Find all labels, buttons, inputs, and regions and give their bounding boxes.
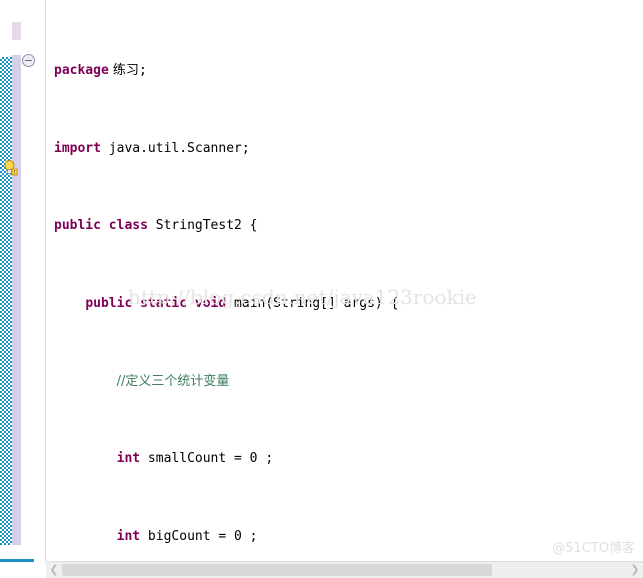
code-token: java.util.Scanner; (100, 140, 250, 156)
keyword-token: static (140, 296, 188, 312)
scroll-right-arrow[interactable]: ❯ (627, 562, 643, 578)
annotation-bar[interactable] (12, 0, 21, 562)
code-editor[interactable]: ! package 练习; import java.util.Scanner; … (0, 0, 643, 578)
code-token: 练习 (108, 63, 139, 79)
collapse-icon[interactable] (22, 54, 35, 67)
code-token: StringTest2 { (147, 218, 258, 234)
horizontal-scrollbar[interactable]: ❮ ❯ (46, 561, 643, 578)
keyword-token: package (54, 63, 109, 79)
line-number-gutter[interactable] (21, 0, 46, 562)
code-token: bigCount = 0 ; (140, 528, 258, 544)
code-line[interactable]: public static void main(String[] args) { (46, 294, 643, 313)
keyword-token: int (116, 451, 141, 467)
scroll-left-arrow[interactable]: ❮ (46, 562, 62, 578)
scroll-position-tick (0, 559, 34, 562)
keyword-token: class (108, 218, 148, 234)
code-line[interactable]: int smallCount = 0 ; (46, 449, 643, 468)
lightbulb-warning-icon[interactable]: ! (2, 160, 19, 177)
code-line[interactable]: //定义三个统计变量 (46, 372, 643, 391)
keyword-token: import (54, 140, 101, 156)
annotation-marker[interactable] (12, 55, 21, 545)
code-line[interactable]: import java.util.Scanner; (46, 139, 643, 158)
scrollbar-thumb[interactable] (62, 564, 492, 576)
code-token: main(String[] args) { (226, 296, 399, 312)
code-line[interactable]: package 练习; (46, 61, 643, 80)
code-token: ; (138, 63, 147, 79)
keyword-token: void (194, 296, 227, 312)
comment-token: //定义三个统计变量 (116, 373, 230, 389)
fold-region-stripe (0, 57, 12, 545)
code-line[interactable]: public class StringTest2 { (46, 216, 643, 235)
code-text-area[interactable]: package 练习; import java.util.Scanner; pu… (46, 0, 643, 562)
keyword-token: public (54, 218, 101, 234)
code-token: smallCount = 0 ; (140, 451, 274, 467)
keyword-token: public (85, 296, 133, 312)
code-line[interactable]: int bigCount = 0 ; (46, 527, 643, 546)
svg-text:!: ! (13, 170, 15, 177)
annotation-marker[interactable] (12, 22, 21, 40)
keyword-token: int (116, 528, 141, 544)
